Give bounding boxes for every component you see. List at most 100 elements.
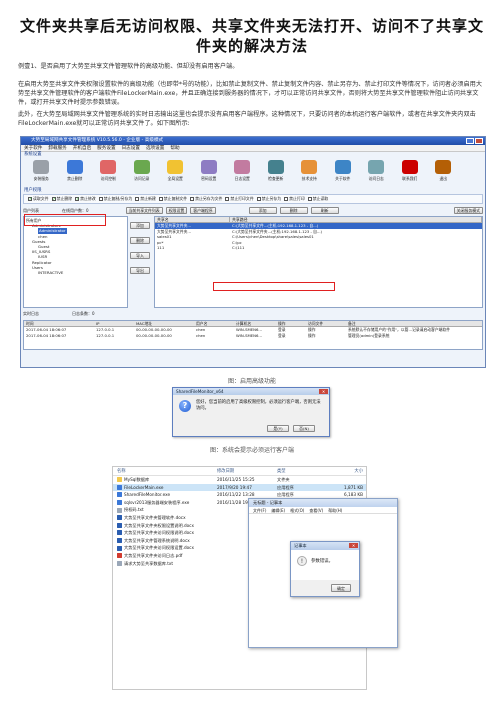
- log-cell: WIN-SMEN6...: [236, 333, 263, 338]
- app-title: 大势至局域网共享文件管理系统 V10.5.56.0 - 企业版 - 高级模式: [31, 138, 164, 143]
- toolbar-button[interactable]: 访问控制: [92, 158, 125, 188]
- user-tree[interactable]: 所有用户 Administrators Administrator chen Guest…: [23, 216, 128, 308]
- no-button[interactable]: 否(N): [293, 425, 315, 432]
- minimize-icon[interactable]: [466, 138, 474, 144]
- menu-item[interactable]: 服务设置: [97, 145, 115, 151]
- checkbox-icon[interactable]: [158, 197, 163, 201]
- refresh-button[interactable]: 刷新: [310, 207, 339, 214]
- toolbar-button[interactable]: 日志设置: [226, 158, 259, 188]
- permission-checkbox[interactable]: 禁止另存为文件: [190, 196, 222, 202]
- checkbox-icon[interactable]: [256, 197, 261, 201]
- log-col-header[interactable]: 用户名: [194, 321, 234, 326]
- current-share-button[interactable]: 当前共享文件列表: [125, 207, 163, 214]
- log-col-header[interactable]: IP: [94, 321, 134, 326]
- tree-node[interactable]: INTERACTIVE: [26, 270, 125, 275]
- notepad-menu-item[interactable]: 帮助(H): [328, 507, 342, 513]
- paragraph-1: 例壹1、是否启用了大势至共享文件管理软件的高级功能、但却没有启用客户端。: [18, 63, 239, 70]
- delete-button[interactable]: 删除: [279, 207, 308, 214]
- notepad-dialog-titlebar: 记事本 ✕: [291, 542, 359, 550]
- toolbar-button[interactable]: 密码设置: [193, 158, 226, 188]
- yes-button[interactable]: 是(Y): [267, 425, 289, 432]
- log-col-header[interactable]: MAC地址: [134, 321, 194, 326]
- ok-button[interactable]: 确定: [331, 584, 351, 592]
- col-size[interactable]: 大小: [318, 467, 366, 475]
- close-icon[interactable]: ✕: [319, 389, 328, 394]
- permission-checkbox[interactable]: 禁止修改: [75, 196, 96, 202]
- permission-checkbox[interactable]: 禁止打印文件: [225, 196, 254, 202]
- log-col-header[interactable]: 访问文件: [306, 321, 346, 326]
- toolbar-button[interactable]: 退出: [427, 158, 460, 188]
- share-row[interactable]: 111 C:\111: [155, 245, 482, 251]
- notepad-menu-item[interactable]: 查看(V): [309, 507, 323, 513]
- close-mode-button[interactable]: 关闭服务模式: [453, 207, 483, 214]
- permission-checkbox[interactable]: 禁止复制文件: [158, 196, 187, 202]
- close-icon[interactable]: ✕: [349, 543, 358, 548]
- menu-item[interactable]: 卸载服务: [48, 145, 66, 151]
- tool-icon: [133, 160, 150, 174]
- menu-item[interactable]: 选项设置: [146, 145, 164, 151]
- client-program-button[interactable]: 客户端程序: [190, 207, 216, 214]
- checkbox-icon[interactable]: [28, 196, 32, 201]
- file-row[interactable]: MySql数据库 2016/11/25 15:25 文件夹: [113, 476, 366, 484]
- checkbox-icon[interactable]: [51, 196, 56, 201]
- file-row[interactable]: FileLockerMain.exe 2017/9/20 19:47 应用程序 1,8…: [113, 483, 366, 492]
- side-button[interactable]: 删除: [130, 237, 150, 244]
- menu-item[interactable]: 关于软件: [24, 145, 42, 151]
- toolbar-button[interactable]: 检查更新: [260, 158, 293, 188]
- toolbar-button[interactable]: 全局设置: [159, 158, 192, 188]
- permission-checkbox[interactable]: 读取文件: [28, 196, 49, 202]
- checkbox-icon[interactable]: [307, 197, 312, 201]
- notepad-menu-item[interactable]: 文件(F): [253, 507, 266, 513]
- toolbar-button[interactable]: 访问日志: [360, 158, 393, 188]
- tool-icon: [234, 160, 251, 174]
- permission-checkbox[interactable]: 禁止复制/另存为: [98, 196, 132, 202]
- tool-icon: [33, 160, 50, 174]
- permission-checkbox[interactable]: 禁止读取: [307, 196, 328, 202]
- log-row[interactable]: 2017-06-04 18:06:07 127.0.0.1 00-00-00-00-…: [24, 333, 482, 339]
- menu-item[interactable]: 帮助: [170, 145, 179, 151]
- checkbox-icon[interactable]: [98, 197, 103, 201]
- toolbar-button[interactable]: 技术支持: [293, 158, 326, 188]
- checkbox-icon[interactable]: [225, 197, 230, 201]
- col-name[interactable]: 名称: [113, 467, 213, 475]
- highlight-box: [213, 282, 335, 291]
- highlight-box: [24, 214, 106, 226]
- toolbar-button[interactable]: 联系我们: [394, 158, 427, 188]
- permission-checkbox[interactable]: 禁止另存为: [256, 196, 282, 202]
- permission-checkbox[interactable]: 禁止打印: [284, 196, 305, 202]
- checkbox-icon[interactable]: [190, 197, 195, 201]
- menu-item[interactable]: 日志设置: [122, 145, 140, 151]
- file-name-cell: 大势至共享文件夹访问日志.pdf: [113, 552, 213, 560]
- log-col-header[interactable]: 时间: [24, 321, 94, 326]
- notepad-menu-item[interactable]: 编辑(E): [271, 507, 285, 513]
- log-col-header[interactable]: 操作: [276, 321, 306, 326]
- log-col-header[interactable]: 计算机名: [234, 321, 276, 326]
- doc-file-icon: [117, 538, 122, 544]
- toolbar-button[interactable]: 访问记录: [126, 158, 159, 188]
- col-date[interactable]: 修改日期: [213, 467, 273, 475]
- app-screenshot: 大势至局域网共享文件管理系统 V10.5.56.0 - 企业版 - 高级模式 关…: [20, 136, 486, 368]
- app-menu: 关于软件 卸载服务 开机自启 服务设置 日志设置 选项设置 帮助: [21, 145, 485, 152]
- menu-item[interactable]: 开机自启: [73, 145, 91, 151]
- permission-checkbox[interactable]: 禁止新建: [135, 196, 156, 202]
- permission-checkbox[interactable]: 禁止删除: [51, 196, 72, 202]
- log-col-header[interactable]: 备注: [346, 321, 482, 326]
- checkbox-icon[interactable]: [75, 196, 79, 201]
- notepad-menu-item[interactable]: 格式(O): [290, 507, 304, 513]
- log-cell: 操作: [308, 333, 316, 338]
- checkbox-label: 禁止另存为: [261, 196, 282, 201]
- notepad-menu: 文件(F) 编辑(E) 格式(O) 查看(V) 帮助(H): [249, 507, 397, 514]
- toolbar-button[interactable]: 禁止删除: [59, 158, 92, 188]
- checkbox-icon[interactable]: [284, 197, 289, 201]
- toolbar-button[interactable]: 关于软件: [327, 158, 360, 188]
- user-list-label: 用户列表: [23, 207, 39, 213]
- checkbox-icon[interactable]: [135, 197, 140, 201]
- close-icon[interactable]: [475, 138, 483, 144]
- col-type[interactable]: 类型: [273, 467, 318, 475]
- perm-setting-button[interactable]: 权限设置: [165, 207, 188, 214]
- toolbar-button[interactable]: 安装服务: [25, 158, 58, 188]
- add-button[interactable]: 添加: [248, 207, 277, 214]
- side-button[interactable]: 添加: [130, 222, 150, 229]
- side-button[interactable]: 导出: [130, 267, 150, 274]
- side-button[interactable]: 导入: [130, 252, 150, 259]
